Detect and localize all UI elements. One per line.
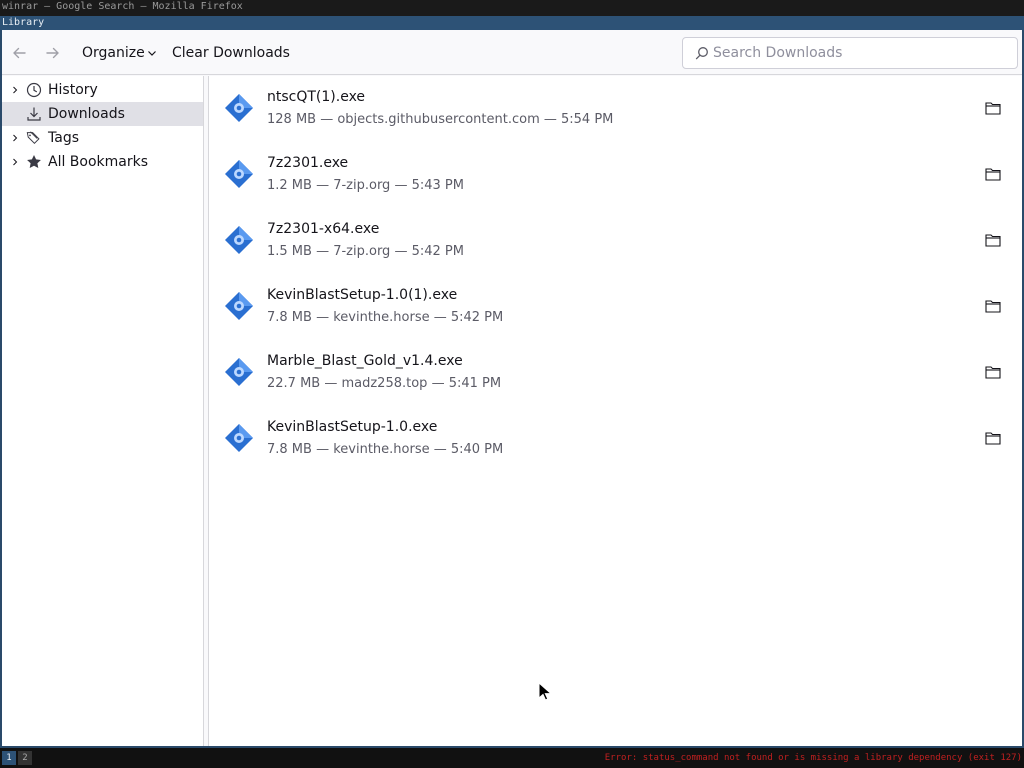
download-meta: 128 MB — objects.githubusercontent.com —…: [267, 112, 614, 127]
window-title-bar[interactable]: Library: [0, 16, 1024, 30]
exe-file-icon: [225, 226, 253, 254]
show-in-folder-button[interactable]: [983, 164, 1003, 184]
download-meta: 7.8 MB — kevinthe.horse — 5:40 PM: [267, 442, 504, 457]
download-meta: 7.8 MB — kevinthe.horse — 5:42 PM: [267, 310, 504, 325]
workspace-1-button[interactable]: 1: [2, 751, 16, 765]
download-meta: 22.7 MB — madz258.top — 5:41 PM: [267, 376, 502, 391]
list-item[interactable]: Marble_Blast_Gold_v1.4.exe 22.7 MB — mad…: [209, 340, 1021, 406]
toolbar: Organize Clear Downloads: [2, 30, 1022, 75]
show-in-folder-button[interactable]: [983, 362, 1003, 382]
tag-icon: [26, 130, 42, 146]
list-item[interactable]: KevinBlastSetup-1.0.exe 7.8 MB — kevinth…: [209, 406, 1021, 472]
back-button[interactable]: [6, 40, 32, 66]
sidebar-item-label: History: [48, 82, 98, 98]
download-name: 7z2301-x64.exe: [267, 221, 380, 237]
system-bottom-bar: 1 2 Error: status_command not found or i…: [0, 748, 1024, 768]
window-title: Library: [2, 17, 45, 28]
system-top-bar: winrar — Google Search — Mozilla Firefox: [0, 0, 1024, 16]
library-window: Library Organize Clear Downloads Search …: [0, 16, 1024, 748]
star-icon: [26, 154, 42, 170]
exe-file-icon: [225, 358, 253, 386]
sidebar: History Downloads Tags All Bookmarks: [2, 76, 204, 746]
sidebar-item-label: Downloads: [48, 106, 125, 122]
download-meta: 1.2 MB — 7-zip.org — 5:43 PM: [267, 178, 464, 193]
organize-button[interactable]: Organize: [82, 40, 157, 66]
chevron-right-icon[interactable]: [8, 150, 22, 174]
show-in-folder-button[interactable]: [983, 230, 1003, 250]
folder-icon: [985, 168, 1001, 181]
status-error-text: Error: status_command not found or is mi…: [604, 753, 1022, 763]
workspace-2-button[interactable]: 2: [18, 751, 32, 765]
download-name: KevinBlastSetup-1.0.exe: [267, 419, 438, 435]
search-icon: [695, 46, 709, 60]
sidebar-item-all-bookmarks[interactable]: All Bookmarks: [2, 150, 203, 174]
folder-icon: [985, 234, 1001, 247]
folder-icon: [985, 102, 1001, 115]
download-name: KevinBlastSetup-1.0(1).exe: [267, 287, 458, 303]
exe-file-icon: [225, 94, 253, 122]
arrow-left-icon: [13, 47, 26, 59]
folder-icon: [985, 432, 1001, 445]
downloads-list: ntscQT(1).exe 128 MB — objects.githubuse…: [208, 76, 1022, 746]
sidebar-item-label: Tags: [48, 130, 79, 146]
exe-file-icon: [225, 292, 253, 320]
show-in-folder-button[interactable]: [983, 98, 1003, 118]
download-name: Marble_Blast_Gold_v1.4.exe: [267, 353, 463, 369]
download-name: 7z2301.exe: [267, 155, 349, 171]
list-item[interactable]: KevinBlastSetup-1.0(1).exe 7.8 MB — kevi…: [209, 274, 1021, 340]
folder-icon: [985, 366, 1001, 379]
folder-icon: [985, 300, 1001, 313]
list-item[interactable]: 7z2301-x64.exe 1.5 MB — 7-zip.org — 5:42…: [209, 208, 1021, 274]
sidebar-item-history[interactable]: History: [2, 78, 203, 102]
show-in-folder-button[interactable]: [983, 296, 1003, 316]
sidebar-item-downloads[interactable]: Downloads: [2, 102, 203, 126]
download-icon: [26, 106, 42, 122]
arrow-right-icon: [46, 47, 59, 59]
exe-file-icon: [225, 160, 253, 188]
system-window-title: winrar — Google Search — Mozilla Firefox: [2, 1, 243, 12]
download-name: ntscQT(1).exe: [267, 89, 366, 105]
list-item[interactable]: ntscQT(1).exe 128 MB — objects.githubuse…: [209, 76, 1021, 142]
mouse-cursor-icon: [538, 682, 552, 701]
sidebar-item-label: All Bookmarks: [48, 154, 149, 170]
sidebar-item-tags[interactable]: Tags: [2, 126, 203, 150]
clock-icon: [26, 82, 42, 98]
chevron-right-icon[interactable]: [8, 126, 22, 150]
organize-label: Organize: [82, 45, 145, 61]
show-in-folder-button[interactable]: [983, 428, 1003, 448]
clear-downloads-button[interactable]: Clear Downloads: [172, 40, 290, 66]
exe-file-icon: [225, 424, 253, 452]
library-client-area: Organize Clear Downloads Search Download…: [2, 30, 1022, 746]
chevron-down-icon: [147, 51, 156, 56]
list-item[interactable]: 7z2301.exe 1.2 MB — 7-zip.org — 5:43 PM: [209, 142, 1021, 208]
forward-button[interactable]: [40, 40, 66, 66]
download-meta: 1.5 MB — 7-zip.org — 5:42 PM: [267, 244, 464, 259]
search-box[interactable]: [682, 37, 1018, 69]
chevron-right-icon[interactable]: [8, 78, 22, 102]
search-input[interactable]: [713, 45, 1013, 61]
